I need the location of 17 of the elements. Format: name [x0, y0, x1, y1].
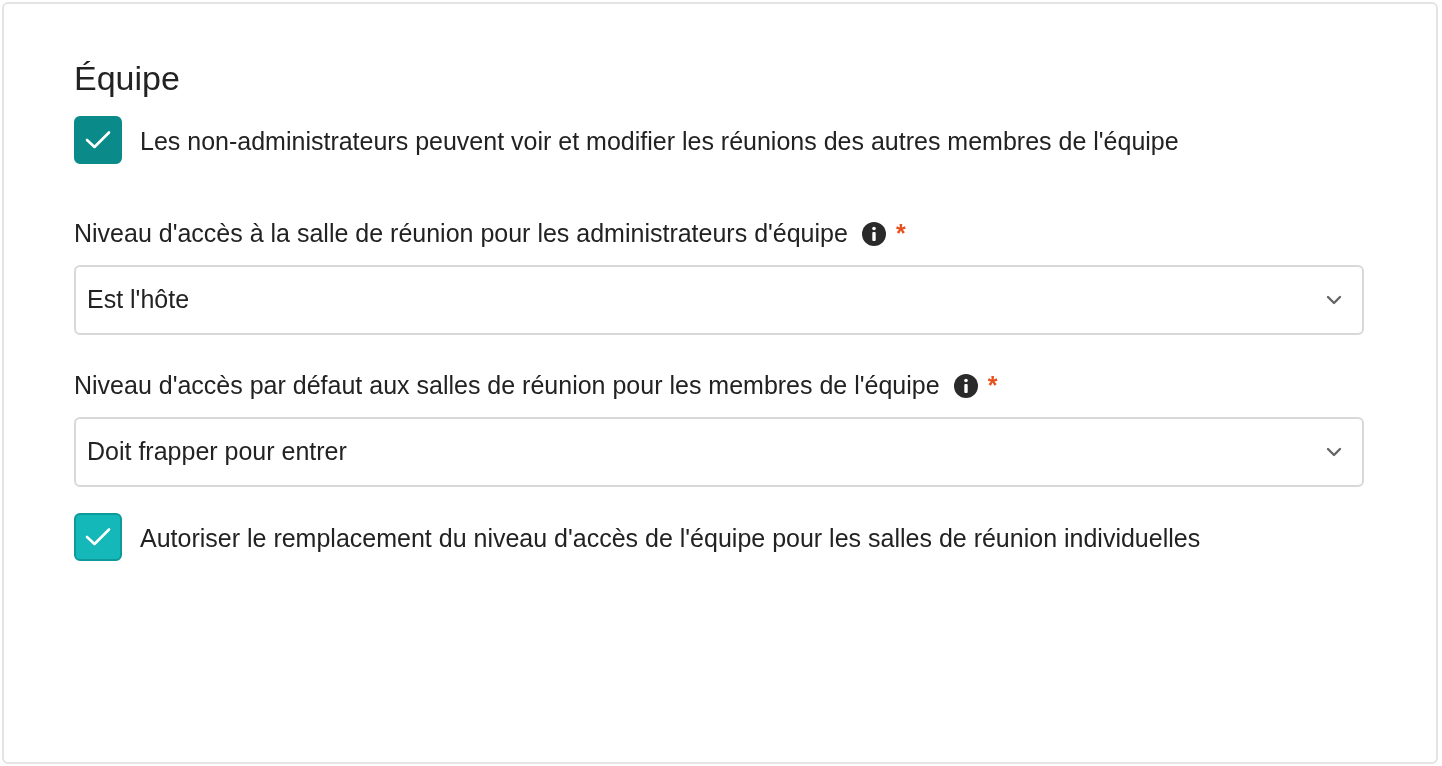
- required-mark: *: [987, 370, 998, 402]
- dropdown-select[interactable]: Est l'hôte: [74, 265, 1364, 335]
- checkmark-icon: [85, 130, 111, 150]
- checkbox[interactable]: [74, 513, 122, 561]
- chevron-down-icon: [1326, 295, 1342, 305]
- dropdown-select[interactable]: Doit frapper pour entrer: [74, 417, 1364, 487]
- field-label: Niveau d'accès par défaut aux salles de réunion pour les membres de l'équipe: [74, 370, 940, 402]
- info-icon: [953, 374, 978, 398]
- section-title: Équipe: [74, 58, 181, 99]
- checkbox-label: Les non-administrateurs peuvent voir et modifier les réunions des autres membres de l'équipe: [140, 126, 1179, 157]
- field-label: Niveau d'accès à la salle de réunion pour les administrateurs d'équipe: [74, 218, 848, 250]
- checkmark-icon: [85, 527, 111, 547]
- chevron-down-icon: [1326, 447, 1342, 457]
- checkbox-label: Autoriser le remplacement du niveau d'accès de l'équipe pour les salles de réunion individuelles: [140, 523, 1201, 554]
- info-icon: [861, 222, 886, 246]
- required-mark: *: [895, 218, 906, 250]
- checkbox[interactable]: [74, 116, 122, 164]
